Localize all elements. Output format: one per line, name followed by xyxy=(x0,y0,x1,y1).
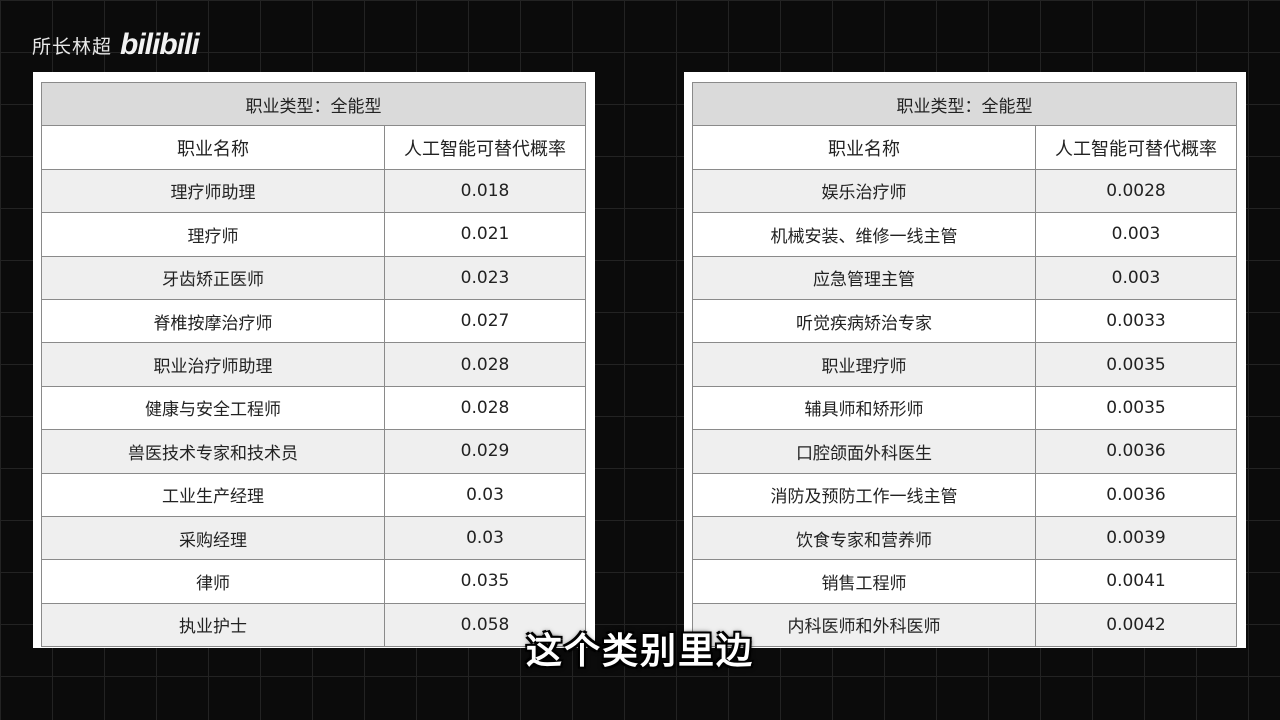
occupation-name-cell: 兽医技术专家和技术员 xyxy=(41,429,385,474)
occupation-name-cell: 机械安装、维修一线主管 xyxy=(692,212,1036,257)
probability-cell: 0.0028 xyxy=(1035,168,1237,214)
occupation-name-cell: 销售工程师 xyxy=(692,559,1036,604)
table-row: 销售工程师 0.0041 xyxy=(692,559,1237,604)
probability-cell: 0.0035 xyxy=(1035,342,1237,387)
occupation-name-cell: 职业理疗师 xyxy=(692,342,1036,387)
probability-cell: 0.0041 xyxy=(1035,559,1237,604)
probability-cell: 0.0035 xyxy=(1035,385,1237,431)
table-row: 脊椎按摩治疗师 0.027 xyxy=(41,298,586,344)
table-row: 职业理疗师 0.0035 xyxy=(692,342,1237,387)
bilibili-logo: bilibili xyxy=(120,28,200,61)
occupation-name-cell: 应急管理主管 xyxy=(692,255,1036,300)
column-header-probability: 人工智能可替代概率 xyxy=(384,125,586,170)
left-occupation-table: 职业类型：全能型 职业名称 人工智能可替代概率 理疗师助理 0.018 理疗师 0.0… xyxy=(41,81,586,648)
probability-cell: 0.003 xyxy=(1035,212,1237,257)
table-row: 兽医技术专家和技术员 0.029 xyxy=(41,429,586,474)
probability-cell: 0.018 xyxy=(384,168,586,214)
occupation-name-cell: 娱乐治疗师 xyxy=(692,168,1036,214)
right-occupation-table: 职业类型：全能型 职业名称 人工智能可替代概率 娱乐治疗师 0.0028 机械安装、… xyxy=(692,81,1237,648)
occupation-name-cell: 消防及预防工作一线主管 xyxy=(692,472,1036,517)
table-row: 娱乐治疗师 0.0028 xyxy=(692,168,1237,214)
table-row: 采购经理 0.03 xyxy=(41,515,586,561)
probability-cell: 0.027 xyxy=(384,298,586,344)
probability-cell: 0.003 xyxy=(1035,255,1237,300)
table-row: 律师 0.035 xyxy=(41,559,586,604)
occupation-name-cell: 健康与安全工程师 xyxy=(41,385,385,431)
column-header-probability: 人工智能可替代概率 xyxy=(1035,125,1237,170)
table-row: 消防及预防工作一线主管 0.0036 xyxy=(692,472,1237,517)
column-header-occupation: 职业名称 xyxy=(41,125,385,170)
column-header-occupation: 职业名称 xyxy=(692,125,1036,170)
occupation-name-cell: 辅具师和矫形师 xyxy=(692,385,1036,431)
table-category: 职业类型：全能型 xyxy=(692,81,1237,127)
probability-cell: 0.028 xyxy=(384,385,586,431)
left-table-panel: 职业类型：全能型 职业名称 人工智能可替代概率 理疗师助理 0.018 理疗师 0.0… xyxy=(33,72,595,648)
occupation-name-cell: 理疗师 xyxy=(41,212,385,257)
table-row: 口腔颌面外科医生 0.0036 xyxy=(692,429,1237,474)
occupation-name-cell: 律师 xyxy=(41,559,385,604)
table-row: 应急管理主管 0.003 xyxy=(692,255,1237,300)
occupation-name-cell: 采购经理 xyxy=(41,515,385,561)
channel-watermark: 所长林超 bilibili xyxy=(32,28,200,62)
table-row: 健康与安全工程师 0.028 xyxy=(41,385,586,431)
table-row: 理疗师助理 0.018 xyxy=(41,168,586,214)
occupation-name-cell: 脊椎按摩治疗师 xyxy=(41,298,385,344)
right-table-panel: 职业类型：全能型 职业名称 人工智能可替代概率 娱乐治疗师 0.0028 机械安装、… xyxy=(684,72,1246,648)
channel-name: 所长林超 xyxy=(32,35,113,58)
table-row: 牙齿矫正医师 0.023 xyxy=(41,255,586,300)
occupation-name-cell: 口腔颌面外科医生 xyxy=(692,429,1036,474)
probability-cell: 0.0036 xyxy=(1035,472,1237,517)
table-row: 机械安装、维修一线主管 0.003 xyxy=(692,212,1237,257)
table-row: 工业生产经理 0.03 xyxy=(41,472,586,517)
table-row: 辅具师和矫形师 0.0035 xyxy=(692,385,1237,431)
occupation-name-cell: 牙齿矫正医师 xyxy=(41,255,385,300)
table-row: 职业治疗师助理 0.028 xyxy=(41,342,586,387)
occupation-name-cell: 饮食专家和营养师 xyxy=(692,515,1036,561)
probability-cell: 0.021 xyxy=(384,212,586,257)
occupation-name-cell: 听觉疾病矫治专家 xyxy=(692,298,1036,344)
table-row: 理疗师 0.021 xyxy=(41,212,586,257)
probability-cell: 0.0036 xyxy=(1035,429,1237,474)
occupation-name-cell: 职业治疗师助理 xyxy=(41,342,385,387)
probability-cell: 0.029 xyxy=(384,429,586,474)
probability-cell: 0.0033 xyxy=(1035,298,1237,344)
video-subtitle: 这个类别里边 xyxy=(525,631,754,672)
table-row: 饮食专家和营养师 0.0039 xyxy=(692,515,1237,561)
probability-cell: 0.023 xyxy=(384,255,586,300)
table-row: 听觉疾病矫治专家 0.0033 xyxy=(692,298,1237,344)
probability-cell: 0.03 xyxy=(384,515,586,561)
table-category: 职业类型：全能型 xyxy=(41,81,586,127)
probability-cell: 0.0039 xyxy=(1035,515,1237,561)
probability-cell: 0.03 xyxy=(384,472,586,517)
probability-cell: 0.028 xyxy=(384,342,586,387)
occupation-name-cell: 工业生产经理 xyxy=(41,472,385,517)
occupation-name-cell: 理疗师助理 xyxy=(41,168,385,214)
probability-cell: 0.035 xyxy=(384,559,586,604)
